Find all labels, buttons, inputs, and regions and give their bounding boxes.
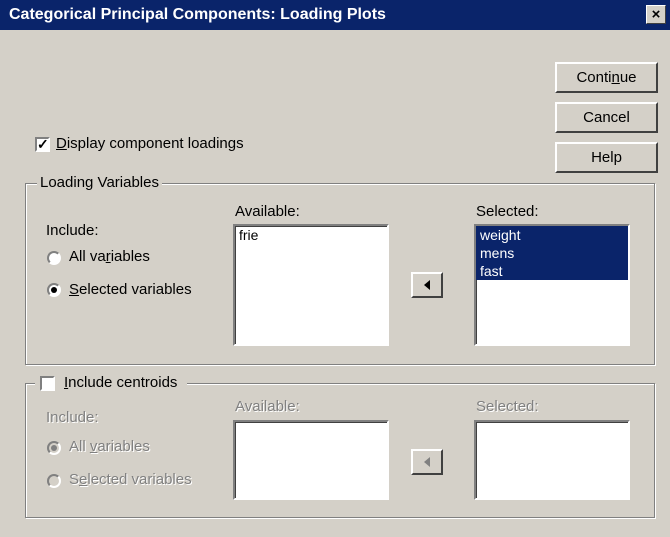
selected-variables-radio[interactable] [47,283,61,297]
move-left-button[interactable] [411,272,443,298]
help-button-label: Help [591,149,622,166]
all-variables-radio[interactable] [47,251,61,265]
centroids-all-variables-radio[interactable] [47,441,61,455]
window-title: Categorical Principal Components: Loadin… [9,6,386,23]
centroids-selected-variables-label: Selected variables [69,471,192,488]
radio-dot-icon [51,287,57,293]
centroids-available-list[interactable] [233,420,389,500]
left-arrow-icon [424,457,430,467]
title-bar: Categorical Principal Components: Loadin… [0,0,670,30]
continue-button[interactable]: Continue [555,62,658,93]
loading-variables-legend: Loading Variables [37,174,162,191]
selected-variables-label: Selected variables [69,281,192,298]
list-item[interactable]: weight [476,226,628,244]
selected-label: Selected: [476,203,539,220]
centroids-move-left-button[interactable] [411,449,443,475]
list-item[interactable]: mens [476,244,628,262]
centroids-selected-variables-radio[interactable] [47,474,61,488]
include-centroids-label: Include centroids [64,374,178,391]
list-item[interactable]: frie [235,226,387,244]
include-centroids-checkbox[interactable] [40,376,55,391]
checkmark-icon: ✓ [37,136,49,152]
centroids-selected-label: Selected: [476,398,539,415]
all-variables-label: All variables [69,248,150,265]
centroids-all-variables-label: All variables [69,438,150,455]
left-arrow-icon [424,280,430,290]
available-list[interactable]: frie [233,224,389,346]
help-button[interactable]: Help [555,142,658,173]
available-label: Available: [235,203,300,220]
display-loadings-checkbox[interactable]: ✓ [35,136,50,152]
centroids-include-label: Include: [46,409,99,426]
centroids-available-label: Available: [235,398,300,415]
continue-button-label: Continue [576,69,637,86]
cancel-button[interactable]: Cancel [555,102,658,133]
close-button[interactable]: × [646,5,666,24]
centroids-selected-list[interactable] [474,420,630,500]
cancel-button-label: Cancel [583,109,630,126]
display-loadings-label: Display component loadings [56,135,244,152]
list-item[interactable]: fast [476,262,628,280]
selected-list[interactable]: weight mens fast [474,224,630,346]
include-label: Include: [46,222,99,239]
radio-dot-icon [51,445,57,451]
